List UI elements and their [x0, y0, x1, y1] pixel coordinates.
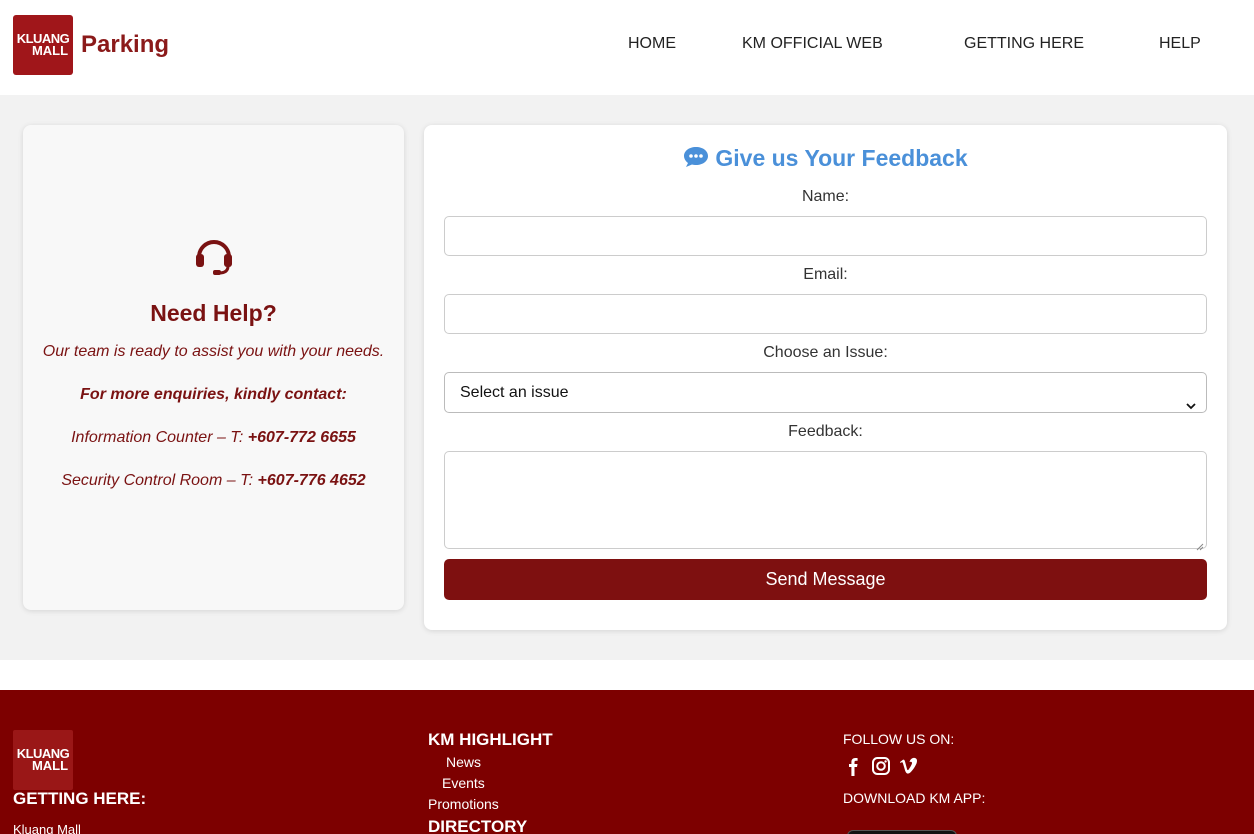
- footer-address: Kluang Mall: [13, 822, 81, 834]
- site-header: KLUANG MALL Parking HOME KM OFFICIAL WEB…: [0, 0, 1254, 95]
- nav-home[interactable]: HOME: [628, 35, 676, 53]
- send-message-button[interactable]: Send Message: [444, 559, 1207, 600]
- resize-grip-icon[interactable]: [1196, 538, 1204, 551]
- headset-icon: [193, 233, 235, 275]
- name-label: Name:: [801, 188, 850, 205]
- contact-phone[interactable]: +607-776 4652: [258, 472, 366, 489]
- contact-information-counter: Information Counter – T: +607-772 6655: [23, 429, 404, 447]
- nav-getting-here[interactable]: GETTING HERE: [964, 35, 1084, 53]
- nav-km-official-web[interactable]: KM OFFICIAL WEB: [742, 35, 883, 53]
- brand-title[interactable]: Parking: [81, 31, 169, 59]
- issue-select[interactable]: Select an issue: [444, 372, 1207, 413]
- contact-phone[interactable]: +607-772 6655: [248, 429, 356, 446]
- form-title: Give us Your Feedback: [424, 145, 1227, 174]
- email-label: Email:: [803, 266, 848, 283]
- main-content: Need Help? Our team is ready to assist y…: [0, 95, 1254, 660]
- footer-directory-heading[interactable]: DIRECTORY: [428, 817, 527, 834]
- footer-follow-label: FOLLOW US ON:: [843, 731, 955, 747]
- email-field[interactable]: [444, 294, 1207, 334]
- contact-label: Security Control Room – T:: [61, 472, 258, 489]
- help-title: Need Help?: [150, 300, 277, 326]
- name-field[interactable]: [444, 216, 1207, 256]
- logo-text-bottom: MALL: [31, 758, 69, 773]
- chevron-down-icon: [1186, 387, 1196, 410]
- kluang-mall-logo[interactable]: KLUANG MALL: [13, 15, 73, 75]
- footer-link-news[interactable]: News: [446, 754, 481, 770]
- help-subtitle: Our team is ready to assist you with you…: [42, 343, 385, 360]
- site-footer: KLUANG MALL GETTING HERE: Kluang Mall KM…: [0, 690, 1254, 834]
- feedback-form-card: Give us Your Feedback Name: Email: Choos…: [424, 125, 1227, 630]
- footer-getting-here-heading: GETTING HERE:: [13, 789, 147, 808]
- app-store-badge[interactable]: [847, 830, 957, 834]
- social-links: [843, 756, 919, 776]
- nav-help[interactable]: HELP: [1159, 35, 1201, 53]
- logo-text-bottom: MALL: [31, 43, 69, 58]
- footer-link-promotions[interactable]: Promotions: [428, 796, 499, 812]
- footer-download-label: DOWNLOAD KM APP:: [843, 790, 986, 806]
- issue-select-value: Select an issue: [460, 384, 569, 401]
- instagram-icon[interactable]: [871, 756, 891, 776]
- help-enquiry-text: For more enquiries, kindly contact:: [80, 386, 347, 403]
- footer-highlight-heading: KM HIGHLIGHT: [428, 730, 553, 749]
- contact-label: Information Counter – T:: [71, 429, 248, 446]
- form-title-text: Give us Your Feedback: [715, 145, 968, 171]
- chat-bubble-icon: [683, 146, 709, 174]
- feedback-label: Feedback:: [788, 423, 863, 440]
- facebook-icon[interactable]: [843, 756, 863, 776]
- help-card: Need Help? Our team is ready to assist y…: [23, 125, 404, 610]
- contact-security-room: Security Control Room – T: +607-776 4652: [23, 472, 404, 490]
- issue-label: Choose an Issue:: [763, 344, 888, 361]
- feedback-textarea[interactable]: [444, 451, 1207, 551]
- footer-link-events[interactable]: Events: [442, 775, 485, 791]
- footer-logo[interactable]: KLUANG MALL: [13, 730, 73, 790]
- vimeo-icon[interactable]: [899, 756, 919, 776]
